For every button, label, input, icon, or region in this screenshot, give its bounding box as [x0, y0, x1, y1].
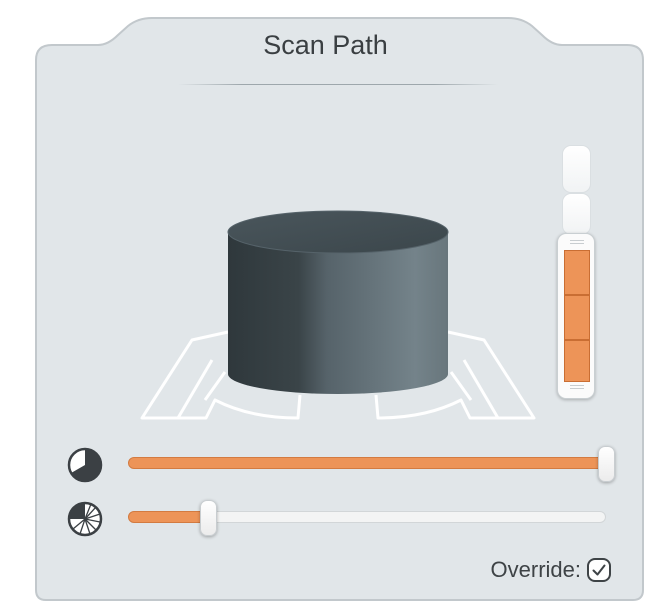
- grip-bottom-icon[interactable]: [570, 385, 584, 389]
- coverage-slider-fill: [128, 457, 606, 469]
- layer-cell: [564, 295, 590, 340]
- grip-top-icon[interactable]: [570, 240, 584, 244]
- override-checkbox[interactable]: [587, 558, 611, 582]
- segmented-pie-icon: [67, 501, 103, 537]
- layer-cell: [564, 250, 590, 295]
- layer-range-slider[interactable]: [554, 145, 598, 401]
- layer-range-handle[interactable]: [557, 233, 595, 399]
- pie-chart-icon: [67, 447, 103, 483]
- layer-slider-track-mid: [562, 193, 591, 235]
- override-control[interactable]: Override:: [491, 557, 611, 583]
- checkmark-icon: [592, 564, 606, 576]
- resolution-slider[interactable]: [128, 500, 606, 539]
- layer-cell: [564, 340, 590, 382]
- layer-slider-track-top: [562, 145, 591, 193]
- coverage-slider[interactable]: [128, 446, 615, 485]
- cylinder-shape: [227, 210, 449, 394]
- resolution-slider-thumb[interactable]: [200, 500, 217, 536]
- coverage-slider-thumb[interactable]: [598, 446, 615, 482]
- override-label: Override:: [490, 557, 581, 582]
